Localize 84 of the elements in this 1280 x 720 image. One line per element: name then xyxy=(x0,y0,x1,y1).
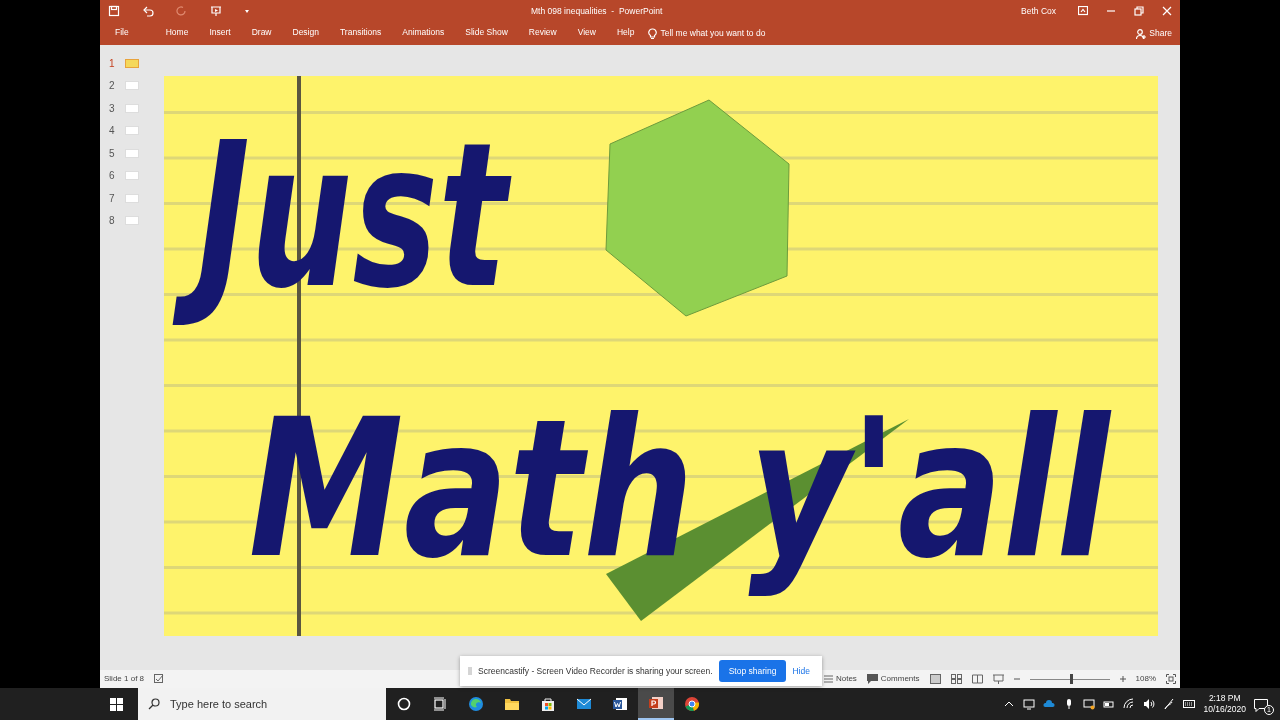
share-button[interactable]: Share xyxy=(1136,27,1172,40)
ribbon-tab[interactable]: Review xyxy=(521,24,564,43)
zoom-slider[interactable] xyxy=(1029,674,1110,684)
slide-number: 6 xyxy=(109,169,115,184)
tell-me-field[interactable]: Tell me what you want to do xyxy=(660,27,766,40)
ribbon-tab[interactable]: Animations xyxy=(395,24,452,43)
slide-number: 3 xyxy=(109,101,115,116)
hide-link[interactable]: Hide xyxy=(792,664,810,678)
normal-view-icon[interactable] xyxy=(929,674,941,684)
shopping-bag-icon xyxy=(540,696,556,712)
accessibility-check-icon[interactable] xyxy=(154,674,165,684)
ribbon-tab[interactable]: Draw xyxy=(244,24,279,43)
window-title: Mth 098 inequalities - PowerPoint xyxy=(531,4,663,18)
user-name: Beth Cox xyxy=(1021,4,1056,18)
document-p-icon xyxy=(648,695,664,711)
slide-number: 4 xyxy=(109,124,115,139)
message-icon xyxy=(1254,699,1268,712)
slider-thumb[interactable] xyxy=(1069,674,1073,684)
ribbon-tab[interactable]: Insert xyxy=(202,24,238,43)
zoom-percent[interactable]: 108% xyxy=(1135,673,1156,685)
ribbon-tab[interactable]: View xyxy=(570,24,603,43)
drag-handle-icon[interactable] xyxy=(468,666,472,676)
search-input[interactable]: Type here to search xyxy=(168,694,368,714)
battery-icon[interactable] xyxy=(1103,698,1116,710)
clock-date[interactable]: 10/16/2020 xyxy=(1203,704,1246,716)
person-add-icon xyxy=(1136,28,1147,39)
slide-number: 5 xyxy=(109,146,115,161)
close-icon[interactable] xyxy=(1162,6,1172,16)
comments-button[interactable]: Comments xyxy=(866,673,920,685)
slide-number: 7 xyxy=(109,191,115,206)
windows-start-icon[interactable] xyxy=(110,697,123,711)
screen-record-icon[interactable] xyxy=(1083,698,1096,710)
task-view-icon[interactable] xyxy=(433,697,447,711)
wifi-icon[interactable] xyxy=(1123,698,1136,710)
slide-thumbnail[interactable] xyxy=(124,126,139,136)
slide-counter: Slide 1 of 8 xyxy=(104,673,145,685)
slideshow-icon[interactable] xyxy=(992,674,1004,684)
slide-thumbnail[interactable] xyxy=(124,216,139,226)
ribbon-tab[interactable]: Transitions xyxy=(332,24,389,43)
monitor-icon[interactable] xyxy=(1023,698,1036,710)
restore-icon[interactable] xyxy=(1134,6,1144,16)
taskbar-app[interactable] xyxy=(638,688,674,720)
pen-icon[interactable] xyxy=(1163,698,1176,710)
zoom-in-icon[interactable] xyxy=(1119,676,1126,682)
undo-icon[interactable] xyxy=(142,5,154,17)
browser-circle-icon xyxy=(684,696,700,712)
slide-number: 2 xyxy=(109,79,115,94)
notes-icon xyxy=(823,675,833,683)
envelope-icon xyxy=(576,696,592,712)
document-w-icon xyxy=(612,696,628,712)
slide-thumbnail[interactable] xyxy=(124,148,139,158)
save-icon[interactable] xyxy=(108,5,120,17)
slide-thumbnail[interactable] xyxy=(124,171,139,181)
cloud-icon[interactable] xyxy=(1043,698,1056,710)
slide-sorter-icon[interactable] xyxy=(950,674,962,684)
ribbon-tab[interactable]: Help xyxy=(610,24,642,43)
search-field[interactable]: Type here to search xyxy=(138,688,386,720)
ribbon-display-icon[interactable] xyxy=(1078,6,1088,16)
notes-button[interactable]: Notes xyxy=(823,673,857,685)
stop-sharing-button[interactable]: Stop sharing xyxy=(718,659,787,683)
ribbon-tab[interactable]: File xyxy=(108,24,136,43)
clock-time[interactable]: 2:18 PM xyxy=(1203,692,1246,704)
reading-view-icon[interactable] xyxy=(971,674,983,684)
circle-icon[interactable] xyxy=(397,697,411,711)
swirl-icon xyxy=(468,696,484,712)
slide-number: 8 xyxy=(109,214,115,229)
keyboard-icon[interactable] xyxy=(1183,698,1196,710)
dropdown-icon[interactable] xyxy=(244,8,250,14)
slide-number: 1 xyxy=(109,56,115,71)
slide-thumbnail[interactable] xyxy=(124,193,139,203)
folder-icon xyxy=(504,696,520,712)
comment-icon xyxy=(866,674,878,684)
ribbon-tab[interactable]: Home xyxy=(158,24,196,43)
lightbulb-icon xyxy=(648,27,658,40)
speaker-icon[interactable] xyxy=(1143,698,1156,710)
fit-to-window-icon[interactable] xyxy=(1166,674,1176,684)
slide-thumbnail[interactable] xyxy=(124,103,139,113)
banner-message: Screencastify - Screen Video Recorder is sharing your screen. xyxy=(478,664,713,678)
ribbon-tab[interactable]: Design xyxy=(285,24,326,43)
slide-thumbnail[interactable] xyxy=(124,58,139,68)
ribbon-tab[interactable]: Slide Show xyxy=(458,24,515,43)
presentation-icon[interactable] xyxy=(210,5,222,17)
slide-thumbnail[interactable] xyxy=(124,81,139,91)
search-icon xyxy=(148,698,160,710)
